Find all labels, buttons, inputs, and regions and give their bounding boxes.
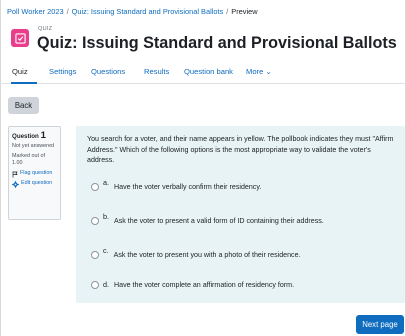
quiz-checkbox-icon xyxy=(14,32,26,44)
option-text: Ask the voter to present a valid form of… xyxy=(114,216,324,225)
question-label: Question xyxy=(12,133,39,140)
option-letter: d. xyxy=(103,280,109,289)
question-content: You search for a voter, and their name a… xyxy=(76,126,405,303)
option-text: Have the voter verbally confirm their re… xyxy=(114,182,262,191)
radio-button[interactable] xyxy=(91,280,99,289)
breadcrumb-current: Preview xyxy=(231,7,258,16)
page-title: Quiz: Issuing Standard and Provisional B… xyxy=(37,34,397,52)
flag-question-label: Flag question xyxy=(20,170,53,176)
radio-button[interactable] xyxy=(91,250,99,259)
edit-question-label: Edit question xyxy=(21,180,53,186)
tab-settings[interactable]: Settings xyxy=(49,67,76,76)
option-text: Ask the voter to present you with a phot… xyxy=(113,250,301,259)
active-tab-indicator xyxy=(11,82,37,84)
question-status: Not yet answered xyxy=(12,143,54,149)
secondary-navigation: Quiz Settings Questions Results Question… xyxy=(0,60,406,84)
question-text: You search for a voter, and their name a… xyxy=(87,135,394,164)
next-page-button[interactable]: Next page xyxy=(356,315,404,334)
option-letter: b. xyxy=(103,212,109,221)
marks-label: Marked out of xyxy=(12,153,45,159)
breadcrumb: Poll Worker 2023/Quiz: Issuing Standard … xyxy=(7,7,258,16)
question-number-value: 1 xyxy=(40,130,46,141)
radio-button[interactable] xyxy=(91,182,99,191)
flag-question-link[interactable]: Flag question xyxy=(12,170,57,178)
answer-option-c[interactable]: c. Ask the voter to present you with a p… xyxy=(91,246,301,259)
edit-question-link[interactable]: Edit question xyxy=(12,180,57,188)
answer-option-b[interactable]: b. Ask the voter to present a valid form… xyxy=(91,212,324,225)
breadcrumb-quiz[interactable]: Quiz: Issuing Standard and Provisional B… xyxy=(72,7,224,16)
activity-type-label: QUIZ xyxy=(38,26,53,32)
tab-quiz[interactable]: Quiz xyxy=(12,67,28,76)
flag-icon xyxy=(12,171,18,178)
option-text: Have the voter complete an affirmation o… xyxy=(114,280,295,289)
answer-option-a[interactable]: a. Have the voter verbally confirm their… xyxy=(91,178,262,191)
radio-button[interactable] xyxy=(91,216,99,225)
tab-results[interactable]: Results xyxy=(144,67,169,76)
tab-questions[interactable]: Questions xyxy=(91,67,125,76)
question-number: Question 1 xyxy=(12,130,57,141)
gear-icon xyxy=(12,181,19,188)
breadcrumb-course[interactable]: Poll Worker 2023 xyxy=(7,7,64,16)
tab-question-bank[interactable]: Question bank xyxy=(184,67,233,76)
back-button[interactable]: Back xyxy=(8,97,39,114)
answer-option-d[interactable]: d. Have the voter complete an affirmatio… xyxy=(91,280,294,289)
tab-more[interactable]: More ⌄ xyxy=(246,67,272,76)
quiz-icon xyxy=(11,29,29,47)
option-letter: a. xyxy=(103,178,109,187)
question-info-panel: Question 1 Not yet answered Marked out o… xyxy=(8,126,61,220)
option-letter: c. xyxy=(103,246,109,255)
marks-value: 1.00 xyxy=(12,160,23,166)
breadcrumb-separator: / xyxy=(66,7,69,16)
